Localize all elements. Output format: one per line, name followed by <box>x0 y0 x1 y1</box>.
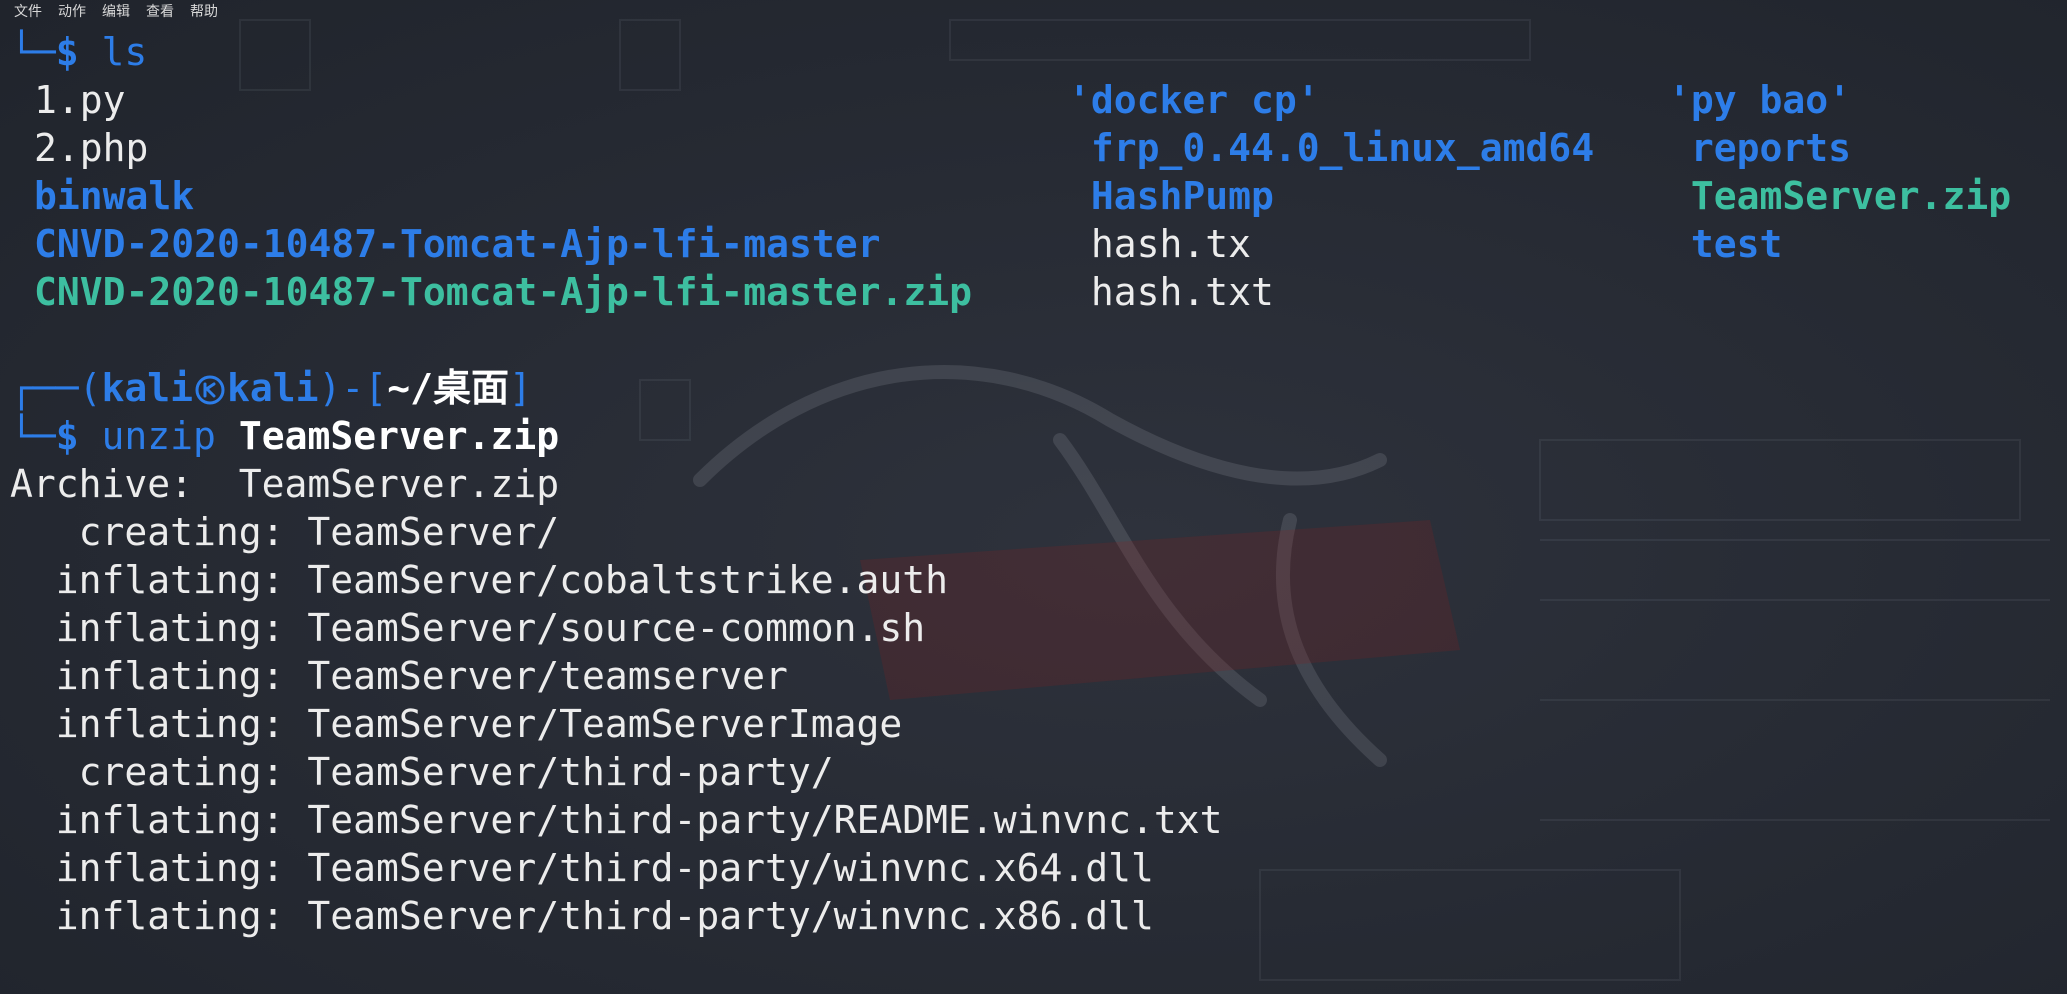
prompt-line-unzip: └─$ unzip TeamServer.zip <box>10 412 559 460</box>
output-line: inflating: TeamServer/TeamServerImage <box>10 702 903 746</box>
ls-entry: binwalk <box>34 174 195 218</box>
output-line: Archive: TeamServer.zip <box>10 462 560 506</box>
menu-bar: 文件 动作 编辑 查看 帮助 <box>0 0 2067 22</box>
menu-item-file[interactable]: 文件 <box>14 1 42 21</box>
output-line: creating: TeamServer/third-party/ <box>10 750 834 794</box>
menu-item-action[interactable]: 动作 <box>58 1 86 21</box>
output-line: inflating: TeamServer/cobaltstrike.auth <box>10 558 948 602</box>
prompt-frame-end: ] <box>508 366 532 410</box>
ls-entry: hash.tx <box>1068 222 1252 266</box>
command-unzip: unzip <box>101 414 216 458</box>
prompt-dollar: $ <box>55 414 79 458</box>
prompt-dollar: $ <box>55 30 79 74</box>
terminal-window: 文件 动作 编辑 查看 帮助 └─$ ls 1.py 2.php binwalk… <box>0 0 2067 994</box>
ls-entry: HashPump <box>1068 174 1274 218</box>
prompt-frame-mid: )-[ <box>318 366 388 410</box>
output-line: inflating: TeamServer/third-party/winvnc… <box>10 894 1154 938</box>
menu-item-view[interactable]: 查看 <box>146 1 174 21</box>
ls-entry: hash.txt <box>1068 270 1274 314</box>
prompt-header: ┌──(kali kali)-[~/桌面] <box>10 364 532 412</box>
prompt-frame-top: ┌──( <box>10 366 102 410</box>
prompt-cwd: ~/桌面 <box>387 366 509 410</box>
prompt-line-ls: └─$ ls <box>10 28 147 76</box>
output-line: inflating: TeamServer/third-party/README… <box>10 798 1223 842</box>
ls-entry: CNVD-2020-10487-Tomcat-Ajp-lfi-master <box>34 222 881 266</box>
output-line: inflating: TeamServer/teamserver <box>10 654 788 698</box>
command-ls: ls <box>101 30 148 74</box>
output-line: creating: TeamServer/ <box>10 510 560 554</box>
output-line: inflating: TeamServer/source-common.sh <box>10 606 926 650</box>
prompt-user: kali <box>101 366 194 410</box>
ls-entry: 'docker cp' <box>1068 78 1320 122</box>
command-argument: TeamServer.zip <box>238 414 560 458</box>
ls-entry: TeamServer.zip <box>1668 174 2012 218</box>
ls-entry: reports <box>1668 126 1852 170</box>
ls-entry: test <box>1668 222 1783 266</box>
ls-entry: 'py bao' <box>1668 78 1852 122</box>
output-line: inflating: TeamServer/third-party/winvnc… <box>10 846 1154 890</box>
menu-item-edit[interactable]: 编辑 <box>102 1 130 21</box>
kali-skull-icon <box>195 375 225 405</box>
menu-item-help[interactable]: 帮助 <box>190 1 218 21</box>
ls-entry: frp_0.44.0_linux_amd64 <box>1068 126 1595 170</box>
ls-entry: CNVD-2020-10487-Tomcat-Ajp-lfi-master.zi… <box>34 270 972 314</box>
prompt-frame-bottom: └─ <box>10 414 56 458</box>
ls-entry: 2.php <box>34 126 149 170</box>
prompt-host: kali <box>227 366 319 410</box>
prompt-corner: └─ <box>10 30 56 74</box>
ls-entry: 1.py <box>34 78 126 122</box>
